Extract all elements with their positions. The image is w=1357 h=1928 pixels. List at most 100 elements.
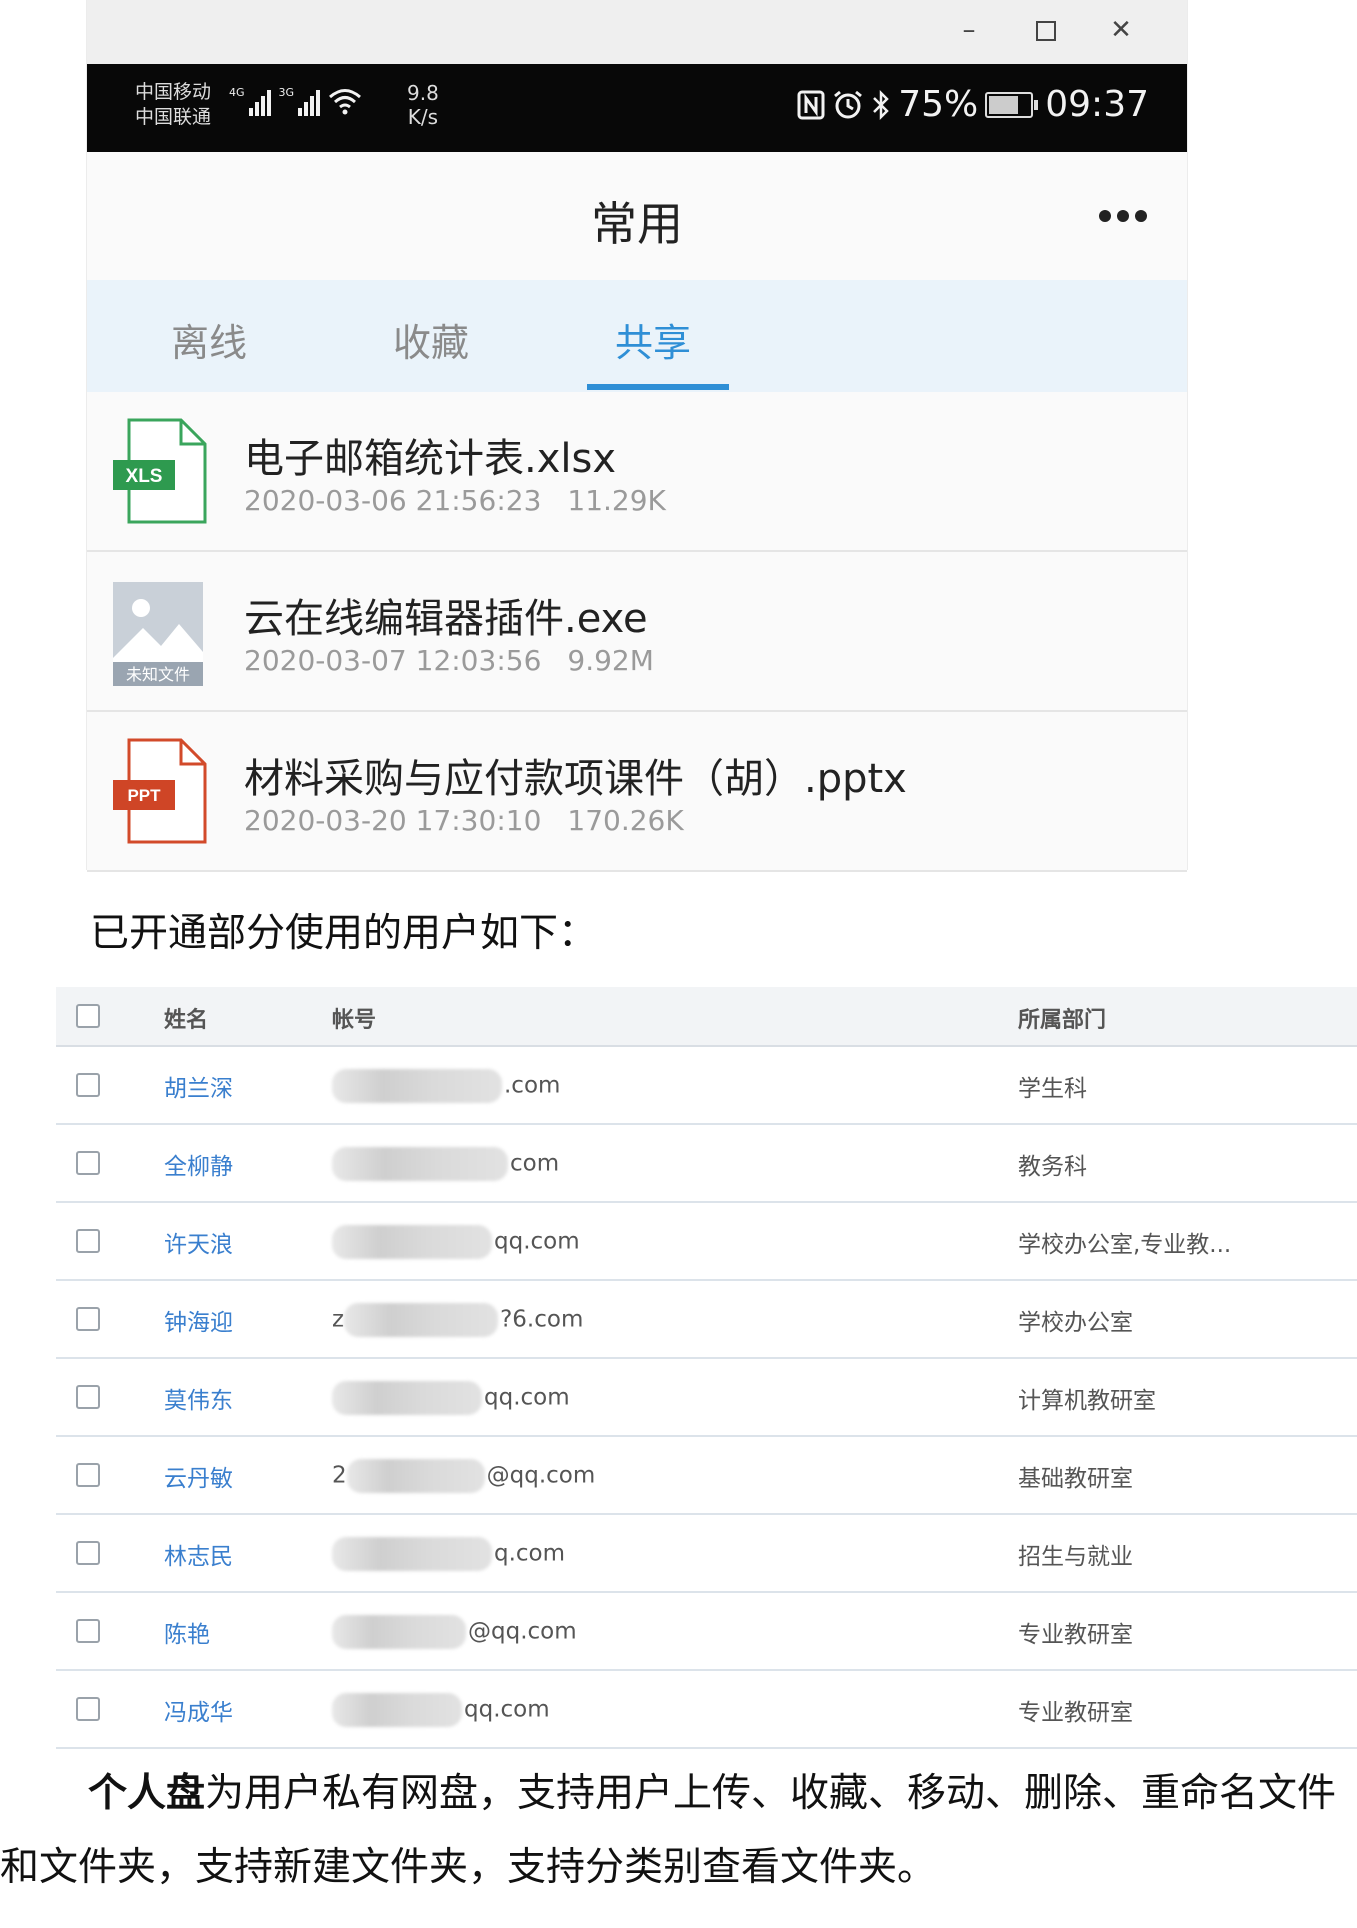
file-item[interactable]: 未知文件 云在线编辑器插件.exe 2020-03-07 12:03:56 9.9…	[87, 552, 1187, 712]
page-title: 常用	[591, 197, 683, 251]
user-name-link[interactable]: 许天浪	[164, 1225, 233, 1259]
user-department: 学校办公室,专业教...	[1018, 1232, 1232, 1258]
user-name-link[interactable]: 云丹敏	[164, 1459, 233, 1493]
maximize-icon	[1036, 20, 1056, 41]
user-account: qq.com	[332, 1693, 550, 1727]
net-type-2: 3G	[278, 86, 295, 99]
account-prefix: 2	[332, 1462, 347, 1489]
tab-offline[interactable]: 离线	[139, 312, 279, 367]
file-size: 11.29K	[567, 484, 666, 517]
account-suffix: @qq.com	[468, 1618, 577, 1645]
table-row: 许天浪 qq.com 学校办公室,专业教...	[56, 1203, 1357, 1281]
user-department: 招生与就业	[1018, 1544, 1133, 1570]
xls-file-icon: XLS	[113, 418, 207, 524]
row-checkbox[interactable]	[76, 1229, 100, 1253]
carrier-names: 中国移动 中国联通	[135, 80, 211, 130]
user-department: 学生科	[1018, 1076, 1087, 1102]
account-suffix: com	[510, 1150, 560, 1177]
account-suffix: qq.com	[484, 1384, 570, 1411]
table-row: 冯成华 qq.com 专业教研室	[56, 1671, 1357, 1749]
table-row: 林志民 q.com 招生与就业	[56, 1515, 1357, 1593]
user-name-link[interactable]: 冯成华	[164, 1693, 233, 1727]
row-checkbox[interactable]	[76, 1073, 100, 1097]
app-header: 常用	[87, 152, 1187, 280]
ppt-badge: PPT	[127, 786, 161, 805]
redacted-blur	[346, 1459, 485, 1493]
signal-icon: 3G	[279, 86, 321, 116]
file-item[interactable]: XLS 电子邮箱统计表.xlsx 2020-03-06 21:56:23 11.2…	[87, 392, 1187, 552]
alarm-icon	[834, 90, 863, 118]
user-department: 专业教研室	[1018, 1622, 1133, 1648]
bluetooth-icon	[873, 89, 890, 120]
table-body: 胡兰深 .com 学生科 全柳静 com 教务科 许天浪 qq.com 学校办公室,专业教...…	[56, 1047, 1357, 1749]
row-checkbox[interactable]	[76, 1385, 100, 1409]
row-checkbox[interactable]	[76, 1541, 100, 1565]
user-name-link[interactable]: 钟海迎	[164, 1303, 233, 1337]
account-suffix: q.com	[494, 1540, 566, 1567]
close-button[interactable]: ✕	[1097, 8, 1145, 52]
redacted-blur	[332, 1225, 492, 1259]
file-meta: 2020-03-20 17:30:10 170.26K	[244, 804, 684, 837]
redacted-blur	[332, 1147, 508, 1181]
account-suffix: qq.com	[464, 1696, 550, 1723]
file-date: 2020-03-20 17:30:10	[244, 804, 542, 837]
user-account: z ?6.com	[332, 1303, 583, 1337]
user-department: 基础教研室	[1018, 1466, 1133, 1492]
speed-value: 9.8	[407, 81, 439, 105]
file-date: 2020-03-06 21:56:23	[244, 484, 542, 517]
status-bar: 中国移动 中国联通 4G 3G 9.8 K/s 75% 09:37	[87, 64, 1187, 152]
minimize-button[interactable]: –	[945, 8, 993, 52]
user-name-link[interactable]: 陈艳	[164, 1615, 210, 1649]
row-checkbox[interactable]	[76, 1307, 100, 1331]
table-row: 莫伟东 qq.com 计算机教研室	[56, 1359, 1357, 1437]
user-name-link[interactable]: 胡兰深	[164, 1069, 233, 1103]
header-name: 姓名	[164, 1008, 209, 1033]
file-date: 2020-03-07 12:03:56	[244, 644, 542, 677]
user-name-link[interactable]: 林志民	[164, 1537, 233, 1571]
active-tab-indicator	[587, 384, 729, 390]
file-size: 170.26K	[567, 804, 684, 837]
body-paragraph: 个人盘为用户私有网盘，支持用户上传、收藏、移动、删除、重命名文件和文件夹，支持新…	[0, 1756, 1340, 1905]
header-department: 所属部门	[1018, 1008, 1107, 1033]
file-meta: 2020-03-07 12:03:56 9.92M	[244, 644, 654, 677]
user-account: qq.com	[332, 1381, 570, 1415]
speed-unit: K/s	[407, 105, 439, 129]
row-checkbox[interactable]	[76, 1463, 100, 1487]
row-checkbox[interactable]	[76, 1619, 100, 1643]
unknown-file-icon: 未知文件	[113, 582, 203, 686]
net-type-1: 4G	[229, 86, 245, 99]
user-account: @qq.com	[332, 1615, 577, 1649]
user-account: q.com	[332, 1537, 565, 1571]
account-suffix: ?6.com	[500, 1306, 584, 1333]
tab-shared[interactable]: 共享	[583, 312, 723, 367]
user-account: .com	[332, 1069, 560, 1103]
table-row: 钟海迎 z ?6.com 学校办公室	[56, 1281, 1357, 1359]
maximize-button[interactable]	[1022, 8, 1070, 52]
user-department: 计算机教研室	[1018, 1388, 1156, 1414]
paragraph-bold-term: 个人盘	[88, 1770, 206, 1816]
row-checkbox[interactable]	[76, 1697, 100, 1721]
table-row: 全柳静 com 教务科	[56, 1125, 1357, 1203]
wifi-icon	[329, 89, 362, 115]
file-meta: 2020-03-06 21:56:23 11.29K	[244, 484, 666, 517]
table-row: 陈艳 @qq.com 专业教研室	[56, 1593, 1357, 1671]
select-all-checkbox[interactable]	[76, 1004, 100, 1028]
user-department: 专业教研室	[1018, 1700, 1133, 1726]
unknown-file-badge: 未知文件	[126, 665, 190, 684]
account-prefix: z	[332, 1306, 345, 1333]
user-name-link[interactable]: 全柳静	[164, 1147, 233, 1181]
file-size: 9.92M	[567, 644, 654, 677]
file-item[interactable]: PPT 材料采购与应付款项课件（胡）.pptx 2020-03-20 17:30…	[87, 712, 1187, 872]
carrier-1: 中国移动	[135, 81, 212, 103]
account-suffix: qq.com	[494, 1228, 580, 1255]
account-suffix: .com	[504, 1072, 561, 1099]
user-account: qq.com	[332, 1225, 580, 1259]
user-department: 学校办公室	[1018, 1310, 1133, 1336]
more-options-icon[interactable]	[1099, 210, 1147, 222]
battery-icon	[985, 91, 1039, 118]
user-name-link[interactable]: 莫伟东	[164, 1381, 233, 1415]
tab-favorites[interactable]: 收藏	[361, 312, 501, 367]
row-checkbox[interactable]	[76, 1151, 100, 1175]
tab-bar: 离线 收藏 共享	[87, 280, 1187, 392]
window-titlebar: – ✕	[87, 0, 1187, 64]
